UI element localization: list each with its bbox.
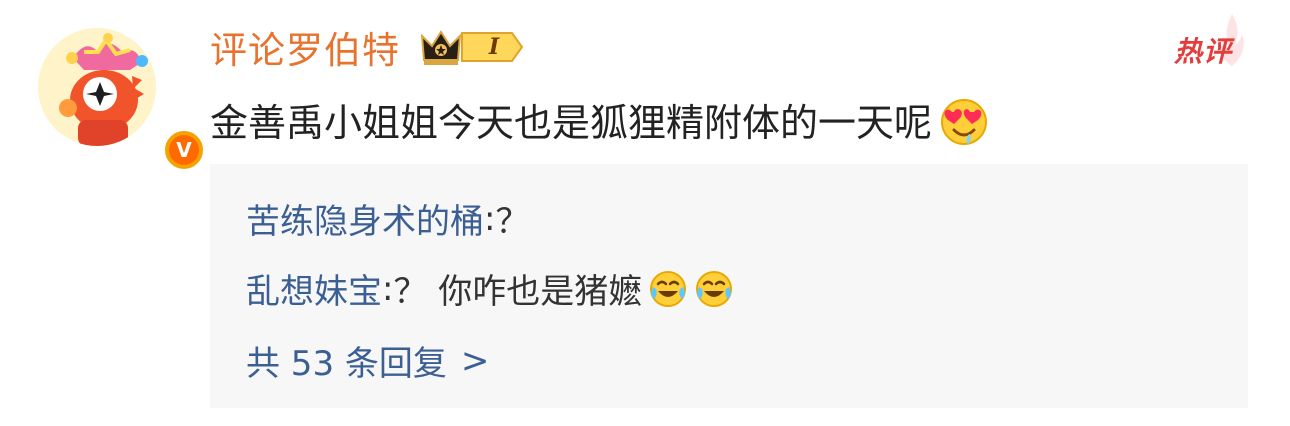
reply-content: ？ 你咋也是猪嬷 [393,272,643,312]
rank-level-tag: I [458,31,524,63]
avatar-image [38,28,156,146]
reply-box[interactable]: 苦练隐身术的桶 : ？ 乱想妹宝 : ？ 你咋也是猪嬷 共 53 条回复 > [210,164,1248,408]
rank-level: I [488,34,500,60]
more-replies-label: 共 53 条回复 [246,344,447,384]
heart-eyes-drool-emoji-icon [941,98,988,145]
reply-content: ？ [495,202,530,242]
laugh-cry-emoji-icon [650,270,687,307]
chevron-right-icon: > [460,340,490,381]
reply-separator: : [382,268,394,309]
reply-username[interactable]: 乱想妹宝 [246,264,382,313]
more-replies-link[interactable]: 共 53 条回复 > [246,336,489,385]
reply-username[interactable]: 苦练隐身术的桶 [246,194,484,243]
laugh-cry-emoji-icon [696,270,733,307]
username[interactable]: 评论罗伯特 [210,20,400,74]
avatar[interactable]: V [38,28,206,172]
comment-text: 金善禹小姐姐今天也是狐狸精附体的一天呢 [210,101,933,145]
hot-comment-tag: 热评 [1173,35,1232,68]
comment-body: 金善禹小姐姐今天也是狐狸精附体的一天呢 [210,92,990,147]
verified-badge-icon: V [162,128,206,172]
rank-badge[interactable]: I [418,28,524,66]
reply-item[interactable]: 乱想妹宝 : ？ 你咋也是猪嬷 [246,264,734,313]
reply-separator: : [484,198,496,239]
reply-item[interactable]: 苦练隐身术的桶 : ？ [246,194,529,243]
comment-header: 评论罗伯特 I [210,22,524,72]
